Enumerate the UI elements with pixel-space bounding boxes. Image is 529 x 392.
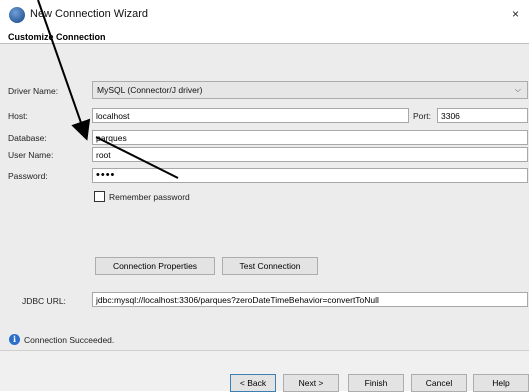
- annotation-arrow: [37, 0, 179, 179]
